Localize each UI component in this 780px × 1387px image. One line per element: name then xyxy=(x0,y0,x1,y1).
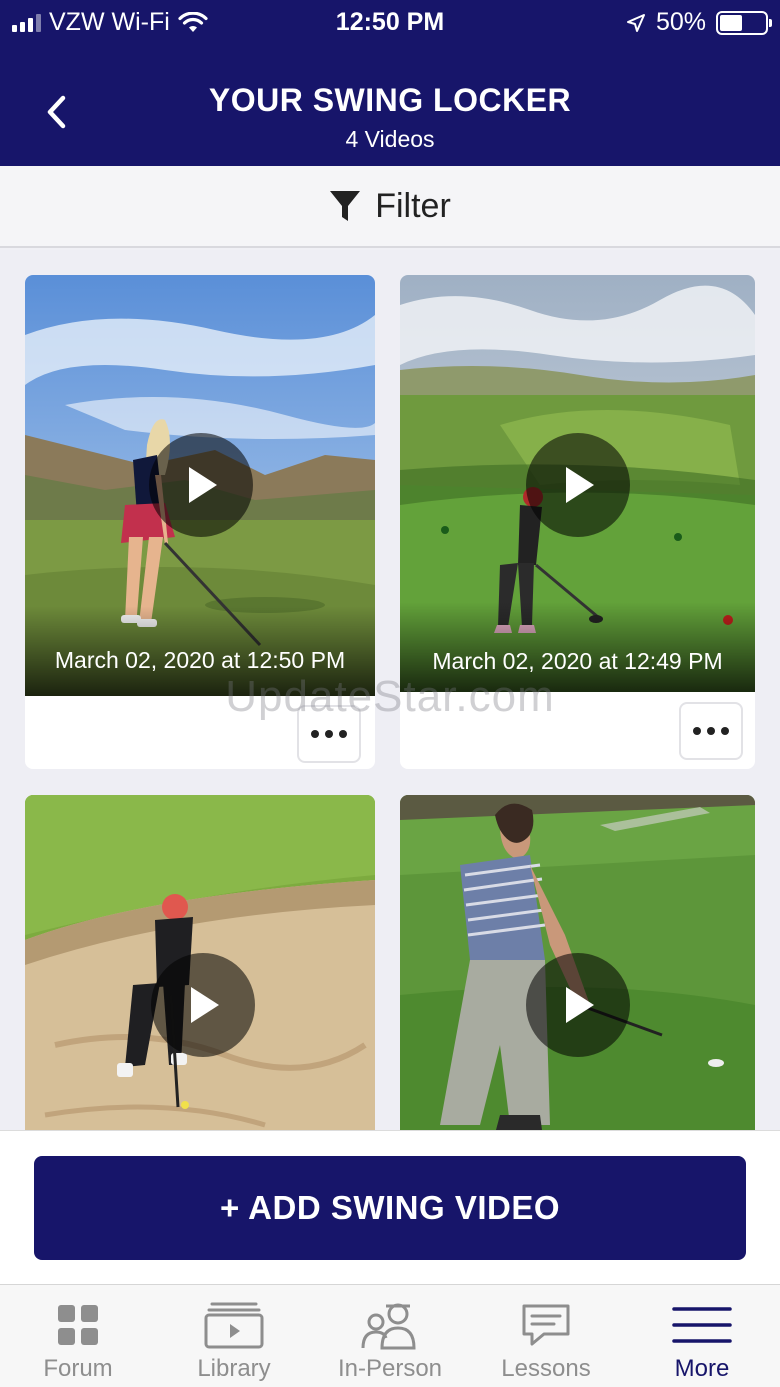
header-bar: YOUR SWING LOCKER 4 Videos xyxy=(0,44,780,166)
carrier-info: VZW Wi-Fi xyxy=(12,8,208,37)
video-grid: March 02, 2020 at 12:50 PM March 02, 202… xyxy=(0,250,780,1130)
tab-in-person[interactable]: In-Person xyxy=(312,1285,468,1387)
battery-icon xyxy=(716,10,772,35)
filter-label: Filter xyxy=(375,186,451,225)
video-library-icon xyxy=(204,1302,264,1349)
video-card xyxy=(400,795,755,1130)
wifi-icon xyxy=(178,11,208,32)
tab-label: Lessons xyxy=(501,1355,591,1382)
play-icon xyxy=(191,987,219,1023)
video-thumbnail[interactable]: March 02, 2020 at 12:49 PM xyxy=(400,275,755,692)
location-arrow-icon xyxy=(626,13,645,32)
tab-library[interactable]: Library xyxy=(156,1285,312,1387)
play-icon xyxy=(566,987,594,1023)
filter-button[interactable]: Filter xyxy=(0,166,780,248)
play-icon xyxy=(566,467,594,503)
funnel-icon xyxy=(330,191,361,221)
video-thumbnail[interactable] xyxy=(400,795,755,1130)
chat-icon xyxy=(522,1304,570,1346)
status-right: 50% xyxy=(626,8,772,37)
tab-bar: Forum Library In-Person Lessons More xyxy=(0,1284,780,1387)
signal-icon xyxy=(12,13,41,32)
people-icon xyxy=(361,1303,416,1350)
grid-icon xyxy=(58,1305,98,1345)
play-button[interactable] xyxy=(526,433,630,537)
tab-label: In-Person xyxy=(337,1355,443,1382)
tab-lessons[interactable]: Lessons xyxy=(468,1285,624,1387)
play-button[interactable] xyxy=(151,953,255,1057)
video-count: 4 Videos xyxy=(345,126,435,152)
add-swing-video-button[interactable]: + ADD SWING VIDEO xyxy=(34,1156,746,1260)
video-thumbnail[interactable]: March 02, 2020 at 12:50 PM xyxy=(25,275,375,696)
video-card: March 02, 2020 at 12:49 PM xyxy=(400,275,755,769)
battery-percent: 50% xyxy=(655,8,706,36)
page-title: YOUR SWING LOCKER xyxy=(208,82,572,118)
video-date: March 02, 2020 at 12:50 PM xyxy=(54,647,346,673)
status-bar: VZW Wi-Fi 12:50 PM 50% xyxy=(0,0,780,44)
play-button[interactable] xyxy=(149,433,253,537)
tab-label: Forum xyxy=(43,1355,113,1382)
video-thumbnail[interactable] xyxy=(25,795,375,1130)
play-icon xyxy=(189,467,217,503)
video-card xyxy=(25,795,375,1130)
play-button[interactable] xyxy=(526,953,630,1057)
more-options-button[interactable] xyxy=(679,702,743,760)
menu-icon xyxy=(672,1307,732,1343)
video-card: March 02, 2020 at 12:50 PM xyxy=(25,275,375,769)
more-options-button[interactable] xyxy=(297,705,361,763)
tab-forum[interactable]: Forum xyxy=(0,1285,156,1387)
add-video-bar: + ADD SWING VIDEO xyxy=(0,1130,780,1284)
tab-label: More xyxy=(674,1355,730,1382)
tab-label: Library xyxy=(197,1355,271,1382)
video-date: March 02, 2020 at 12:49 PM xyxy=(432,648,723,674)
tab-more[interactable]: More xyxy=(624,1285,780,1387)
carrier-name: VZW Wi-Fi xyxy=(49,8,170,36)
thumbnail-overlay xyxy=(400,602,755,692)
